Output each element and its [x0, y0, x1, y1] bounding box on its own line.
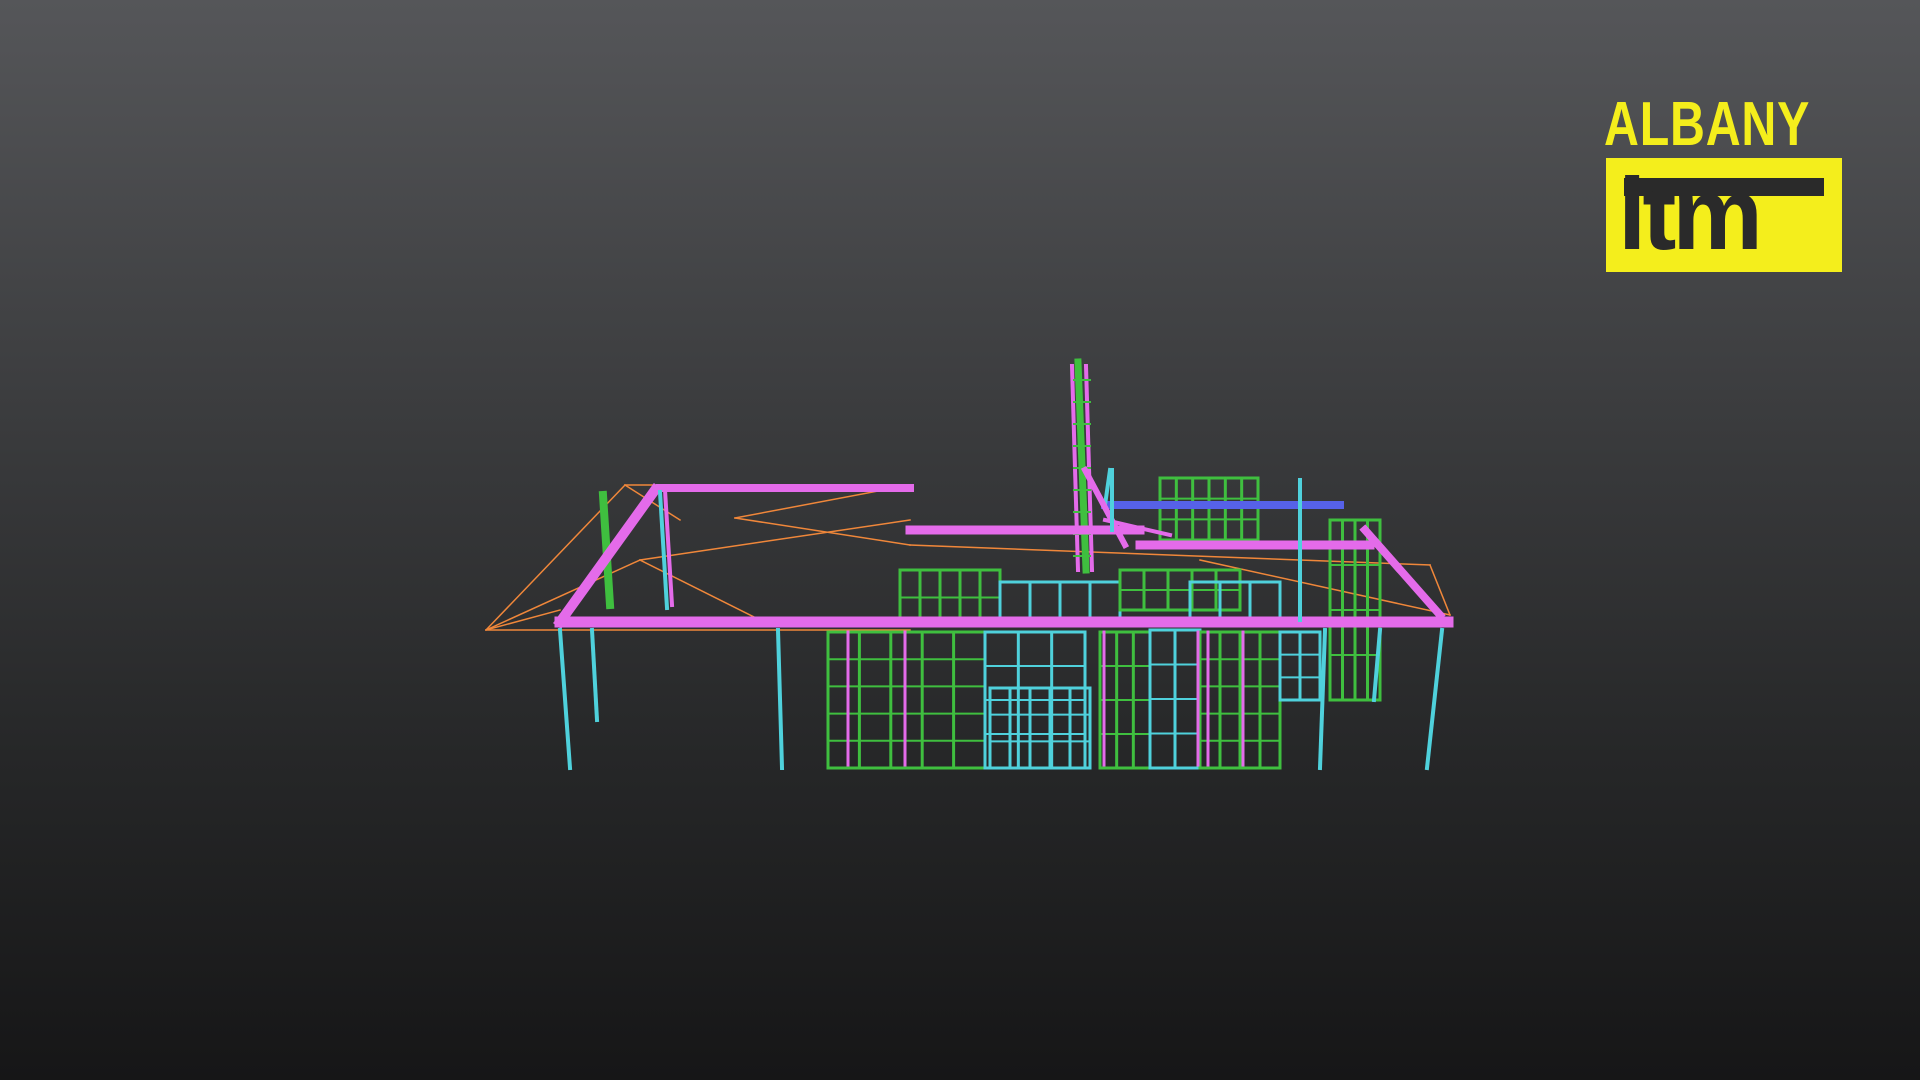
roof-edge [638, 558, 762, 622]
roof-edge [734, 517, 911, 546]
front-left-inner-post [589, 627, 600, 723]
logo-badge-text: itm [1618, 157, 1763, 271]
logo-badge: itm [1606, 158, 1842, 272]
front-far-right-post [1424, 627, 1445, 771]
right-rafter-beam [1359, 524, 1446, 621]
blue-lintel-post [1102, 467, 1113, 508]
front-mid-post [775, 627, 785, 771]
front-left-post [557, 627, 573, 771]
roof-edge [639, 519, 911, 561]
albany-itm-logo: ALBANY itm [1600, 94, 1845, 274]
logo-wordmark: ALBANY [1604, 90, 1811, 159]
